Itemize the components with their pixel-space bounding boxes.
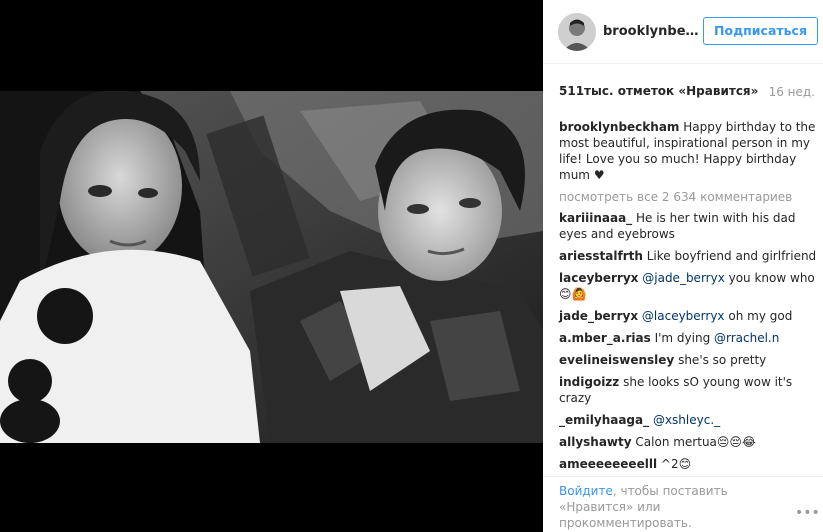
- comment-item: ameeeeeeeelll ^2😊: [559, 456, 821, 472]
- comment-item: kariiinaaa_ He is her twin with his dad …: [559, 210, 821, 242]
- post-header: brooklynbe… Подписаться: [543, 0, 823, 64]
- comment-username[interactable]: jade_berryx: [559, 309, 638, 323]
- comment-item: allyshawty Calon mertua😔😔😂: [559, 434, 821, 450]
- post-photo: [0, 91, 543, 443]
- comment-text: Like boyfriend and girlfriend: [646, 249, 817, 263]
- comment-username[interactable]: allyshawty: [559, 435, 632, 449]
- comment-item: laceyberryx @jade_berryx you know who 😊🙆: [559, 270, 821, 302]
- post-media[interactable]: [0, 0, 543, 532]
- comment-item: ariesstalfrth Like boyfriend and girlfri…: [559, 248, 821, 264]
- comment-username[interactable]: evelineiswensley: [559, 353, 674, 367]
- avatar[interactable]: [558, 13, 596, 51]
- comment-username[interactable]: indigoizz: [559, 375, 619, 389]
- comments-list: brooklynbeckham Happy birthday to the mo…: [559, 119, 821, 478]
- comment-text: I'm dying: [654, 331, 714, 345]
- heart-emoji: ♥: [593, 168, 605, 182]
- comment-mention[interactable]: @laceyberryx: [642, 309, 725, 323]
- comment-item: _emilyhaaga_ @xshleyc._: [559, 412, 821, 428]
- login-prompt: Войдите, чтобы поставить «Нравится» или …: [559, 483, 779, 531]
- comment-username[interactable]: _emilyhaaga_: [559, 413, 649, 427]
- comment-item: a.mber_a.rias I'm dying @rrachel.n: [559, 330, 821, 346]
- comment-mention[interactable]: @jade_berryx: [642, 271, 725, 285]
- comment-text: ^2😊: [660, 457, 692, 471]
- comment-item: jade_berryx @laceyberryx oh my god: [559, 308, 821, 324]
- comment-username[interactable]: laceyberryx: [559, 271, 638, 285]
- comment-username[interactable]: ameeeeeeeelll: [559, 457, 657, 471]
- comment-item: indigoizz she looks sO young wow it's cr…: [559, 374, 821, 406]
- likes-count[interactable]: 511тыс. отметок «Нравится»: [559, 84, 758, 98]
- comment-mention[interactable]: @rrachel.n: [714, 331, 779, 345]
- comment-item: evelineiswensley she's so pretty: [559, 352, 821, 368]
- follow-button[interactable]: Подписаться: [703, 17, 818, 45]
- post-time[interactable]: 16 нед.: [769, 85, 815, 99]
- avatar-icon: [558, 13, 596, 51]
- likes-row: 511тыс. отметок «Нравится» 16 нед.: [559, 84, 819, 102]
- username-link[interactable]: brooklynbe…: [603, 24, 699, 39]
- comment-text: Calon mertua😔😔😂: [635, 435, 756, 449]
- view-all-comments-link[interactable]: посмотреть все 2 634 комментариев: [559, 189, 821, 205]
- more-dots-icon[interactable]: •••: [795, 505, 820, 521]
- comment-username[interactable]: kariiinaaa_: [559, 211, 632, 225]
- comment-username[interactable]: a.mber_a.rias: [559, 331, 651, 345]
- comment-text: she's so pretty: [678, 353, 767, 367]
- post-sidebar: brooklynbe… Подписаться 511тыс. отметок …: [543, 0, 823, 532]
- caption-username[interactable]: brooklynbeckham: [559, 120, 679, 134]
- comment-text: oh my god: [724, 309, 793, 323]
- comment-mention[interactable]: @xshleyc._: [653, 413, 720, 427]
- login-link[interactable]: Войдите: [559, 484, 613, 498]
- caption: brooklynbeckham Happy birthday to the mo…: [559, 119, 821, 183]
- comment-username[interactable]: ariesstalfrth: [559, 249, 643, 263]
- post-footer: Войдите, чтобы поставить «Нравится» или …: [543, 476, 823, 532]
